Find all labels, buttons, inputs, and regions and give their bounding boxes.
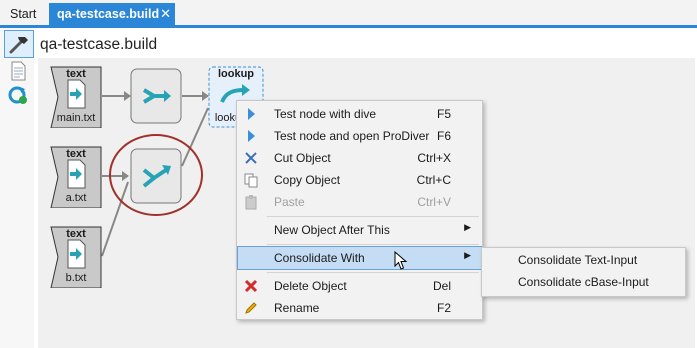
copy-icon: [244, 173, 258, 188]
node-merge-2[interactable]: [130, 148, 182, 204]
mouse-cursor-icon: [394, 251, 408, 270]
menu-item-paste[interactable]: Paste Ctrl+V: [238, 191, 481, 213]
play-icon: [248, 130, 255, 142]
menu-separator: [267, 272, 479, 273]
node-text-b[interactable]: text b.txt: [50, 226, 102, 288]
menu-item-consolidate-with[interactable]: Consolidate With ▶: [237, 246, 482, 270]
context-menu: Test node with dive F5 Test node and ope…: [236, 100, 483, 320]
node-title: lookup: [217, 68, 255, 80]
menu-item-cut[interactable]: Cut Object Ctrl+X: [238, 147, 481, 169]
menu-item-rename[interactable]: Rename F2: [238, 297, 481, 319]
node-text-main[interactable]: text main.txt: [50, 66, 102, 128]
refresh-button[interactable]: [6, 84, 30, 106]
menu-separator: [267, 216, 479, 217]
menu-item-delete[interactable]: Delete Object Del: [238, 275, 481, 297]
document-title: qa-testcase.build: [40, 36, 158, 53]
submenu-arrow-icon: ▶: [464, 222, 471, 232]
tab-qa-testcase[interactable]: qa-testcase.build ✕: [49, 3, 175, 25]
node-title: text: [66, 228, 86, 240]
document-icon: [11, 61, 26, 81]
node-label: a.txt: [65, 192, 87, 204]
menu-separator: [267, 244, 479, 245]
refresh-icon: [8, 86, 27, 104]
node-title: text: [66, 68, 86, 80]
play-icon: [248, 108, 255, 120]
tab-bar: Start qa-testcase.build ✕: [0, 0, 697, 28]
pencil-icon: [245, 302, 257, 314]
node-merge-1[interactable]: [130, 68, 182, 124]
node-title: text: [66, 148, 86, 160]
consolidate-submenu: Consolidate Text-Input Consolidate cBase…: [481, 247, 686, 297]
menu-item-test-node-prodiver[interactable]: Test node and open ProDiver F6: [238, 125, 481, 147]
node-shape: [130, 148, 182, 204]
build-button[interactable]: [4, 30, 34, 58]
close-icon[interactable]: ✕: [160, 3, 171, 25]
menu-item-new-object-after[interactable]: New Object After This ▶: [238, 219, 481, 241]
tab-label: qa-testcase.build: [57, 7, 160, 21]
menu-item-copy[interactable]: Copy Object Ctrl+C: [238, 169, 481, 191]
scissors-icon: [245, 152, 257, 164]
menu-item-test-node-dive[interactable]: Test node with dive F5: [238, 103, 481, 125]
connector: [181, 107, 209, 167]
delete-icon: [244, 279, 258, 293]
node-label: b.txt: [65, 272, 87, 284]
node-shape: [130, 68, 182, 124]
arrowhead: [122, 171, 129, 181]
tab-start[interactable]: Start: [2, 3, 44, 25]
submenu-item-consolidate-cbase-input[interactable]: Consolidate cBase-Input: [483, 271, 684, 293]
hammer-icon: [9, 37, 28, 54]
node-label: main.txt: [56, 112, 96, 124]
paste-icon: [245, 195, 257, 210]
left-toolbar: [0, 28, 34, 348]
node-text-a[interactable]: text a.txt: [50, 146, 102, 208]
document-button[interactable]: [6, 60, 30, 82]
submenu-item-consolidate-text-input[interactable]: Consolidate Text-Input: [483, 249, 684, 271]
submenu-arrow-icon: ▶: [464, 250, 471, 260]
